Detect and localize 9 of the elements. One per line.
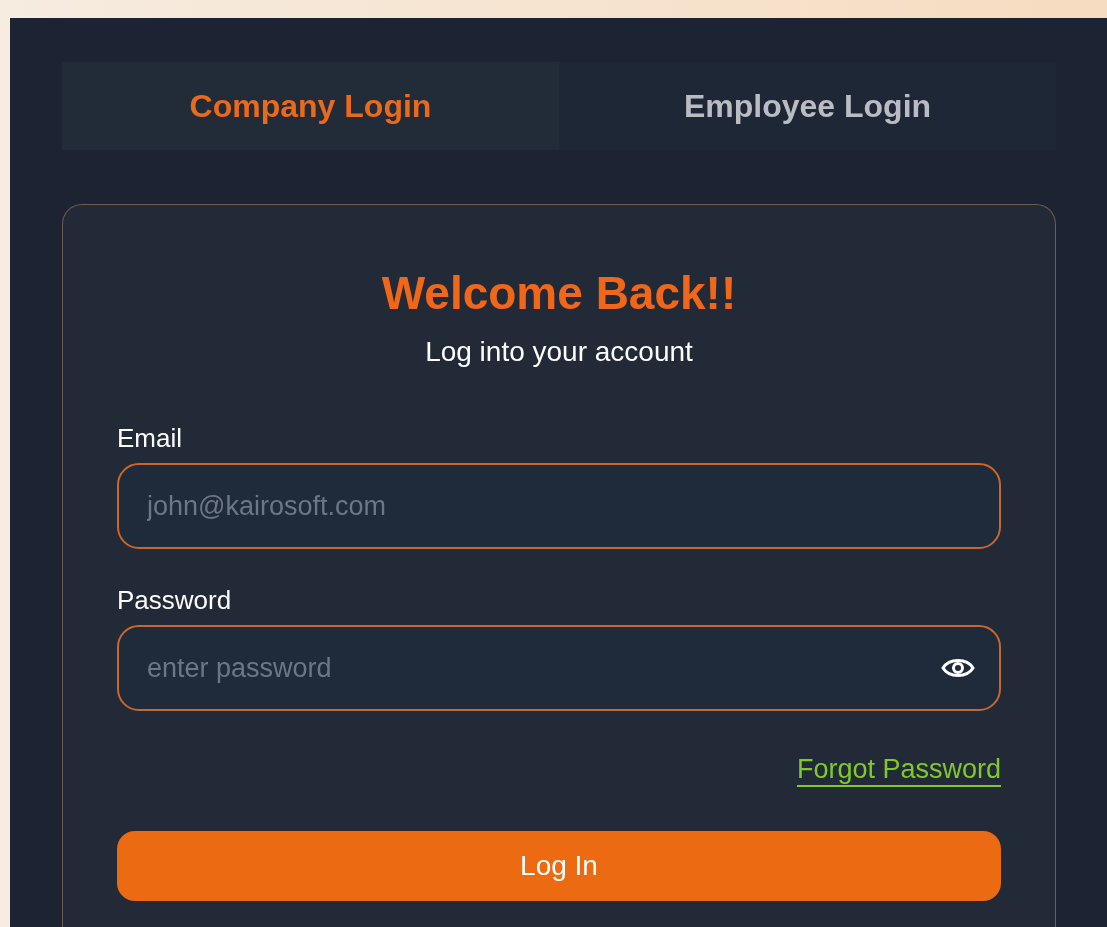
field-label: Email [117,423,182,453]
eye-icon[interactable] [941,656,975,680]
forgot-password-link[interactable]: Forgot Password [796,753,1001,787]
password-field[interactable]: enter password [117,625,1001,711]
email-field[interactable]: john@kairosoft.com [117,463,1001,549]
card-title: Welcome Back!! [380,267,738,319]
login-tab[interactable]: Company Login [62,62,559,150]
card-subtitle: Log into your account [424,335,694,369]
field-label: Password [117,585,232,615]
